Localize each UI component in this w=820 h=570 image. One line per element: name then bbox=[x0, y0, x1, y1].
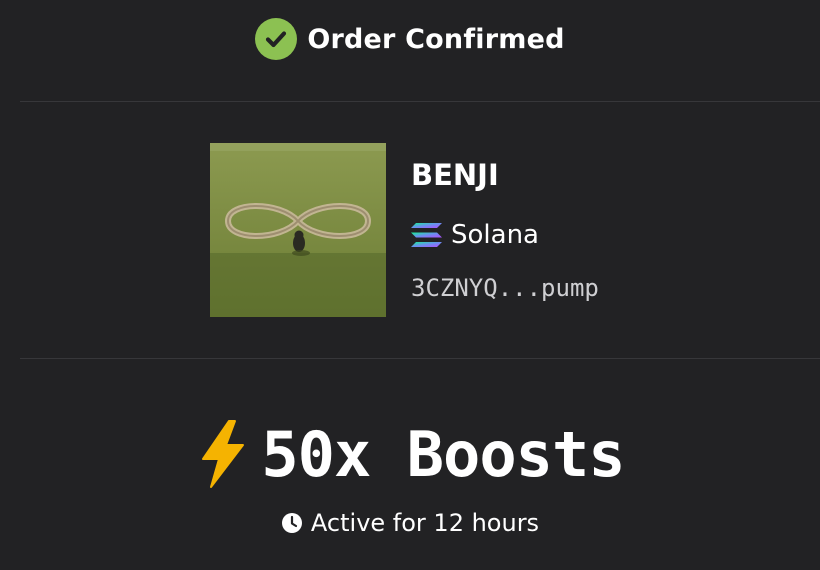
token-address: 3CZNYQ...pump bbox=[411, 274, 599, 302]
chain-label: Solana bbox=[451, 220, 539, 250]
token-avatar bbox=[210, 143, 386, 317]
solana-icon bbox=[411, 223, 442, 247]
divider bbox=[20, 358, 820, 359]
check-circle-icon bbox=[255, 18, 298, 60]
chain-info: Solana bbox=[410, 217, 539, 253]
boost-duration: Active for 12 hours bbox=[0, 505, 820, 541]
divider bbox=[20, 101, 820, 102]
order-confirmed-header: Order Confirmed bbox=[0, 14, 820, 64]
page-title: Order Confirmed bbox=[307, 23, 565, 55]
boost-summary: 50x Boosts bbox=[0, 412, 820, 496]
lightning-bolt-icon bbox=[202, 420, 245, 488]
duration-label: Active for 12 hours bbox=[310, 509, 540, 537]
clock-icon bbox=[281, 513, 302, 533]
boost-label: 50x Boosts bbox=[261, 417, 625, 491]
token-name: BENJI bbox=[411, 158, 499, 192]
